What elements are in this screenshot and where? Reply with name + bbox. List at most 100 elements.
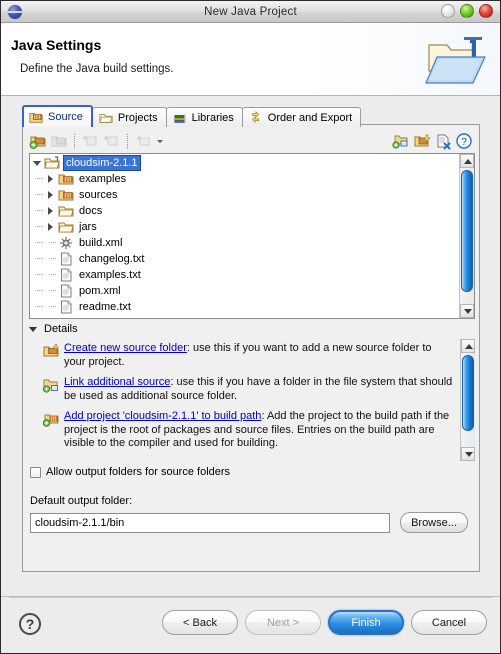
project-folder-icon [44, 155, 60, 171]
scroll-up-arrow-icon[interactable] [460, 154, 474, 168]
tree-rows: cloudsim-2.1.1 examples sources docs jar… [30, 154, 458, 318]
remove-entry-icon[interactable] [434, 132, 452, 150]
tab-label: Source [48, 111, 83, 123]
expand-twisty-icon[interactable] [44, 171, 58, 187]
source-folder-icon [29, 113, 43, 123]
tree-item-label: cloudsim-2.1.1 [63, 155, 141, 171]
tree-vertical-scrollbar[interactable] [459, 154, 474, 318]
scrollbar-thumb[interactable] [461, 170, 473, 292]
ant-build-file-icon [58, 235, 74, 251]
title-bar: New Java Project [1, 1, 500, 23]
cancel-button[interactable]: Cancel [411, 610, 487, 635]
scroll-up-arrow-icon[interactable] [461, 339, 475, 353]
tab-source[interactable]: Source [22, 105, 93, 127]
tree-toolbar: ? [29, 130, 473, 152]
tree-row[interactable]: readme.txt [30, 299, 458, 315]
source-folders-tree[interactable]: cloudsim-2.1.1 examples sources docs jar… [29, 153, 475, 319]
next-button-label: Next > [266, 616, 300, 629]
details-entry-text: Create new source folder: use this if yo… [64, 342, 455, 369]
add-project-to-build-path-link[interactable]: Add project 'cloudsim-2.1.1' to build pa… [64, 410, 261, 422]
help-button[interactable]: ? [19, 613, 41, 635]
browse-button[interactable]: Browse... [400, 512, 468, 533]
maximize-button[interactable] [460, 4, 474, 18]
minimize-button[interactable] [441, 4, 455, 18]
package-folder-icon [58, 187, 74, 203]
allow-output-folders-checkbox[interactable] [30, 466, 41, 478]
finish-button[interactable]: Finish [328, 610, 404, 635]
details-entry-text: Add project 'cloudsim-2.1.1' to build pa… [64, 410, 455, 451]
expand-twisty-icon[interactable] [30, 155, 44, 171]
dialog-footer: ? < Back Next > Finish Cancel [1, 596, 500, 653]
tree-guide [30, 187, 44, 203]
configure-filter-icon [135, 132, 153, 150]
tree-row[interactable]: examples.txt [30, 267, 458, 283]
tree-guide [30, 235, 44, 251]
tree-row[interactable]: jars [30, 219, 458, 235]
next-button: Next > [245, 610, 321, 635]
dialog-buttons: < Back Next > Finish Cancel [162, 610, 487, 635]
link-additional-source-link[interactable]: Link additional source [64, 376, 170, 388]
toolbar-separator [74, 133, 76, 149]
plain-folder-icon [58, 219, 74, 235]
add-folder-icon[interactable] [29, 132, 47, 150]
details-entry: Link additional source: use this if you … [42, 376, 455, 403]
tree-guide [30, 299, 44, 315]
details-vertical-scrollbar[interactable] [460, 339, 475, 461]
tab-projects[interactable]: Projects [91, 107, 167, 127]
expand-twisty-icon[interactable] [44, 187, 58, 203]
details-twisty-icon[interactable] [29, 324, 39, 334]
tree-item-label: docs [79, 205, 103, 217]
tree-row[interactable]: changelog.txt [30, 251, 458, 267]
tree-item-label: changelog.txt [79, 253, 145, 265]
java-project-folder-icon [425, 37, 486, 84]
scrollbar-thumb[interactable] [462, 355, 474, 431]
close-button[interactable] [479, 4, 493, 18]
tree-row[interactable]: docs [30, 203, 458, 219]
chevron-down-icon[interactable] [156, 132, 165, 150]
toolbar-separator [127, 133, 129, 149]
scroll-down-arrow-icon[interactable] [460, 304, 474, 318]
create-source-folder-icon [43, 343, 60, 359]
tree-guide [30, 251, 44, 267]
help-icon[interactable]: ? [455, 132, 473, 150]
details-panel: Create new source folder: use this if yo… [39, 339, 475, 461]
tree-row[interactable]: examples [30, 171, 458, 187]
details-label: Details [44, 323, 78, 335]
tree-row[interactable]: cloudsim-2.1.1 [30, 155, 458, 171]
allow-output-folders-label: Allow output folders for source folders [46, 466, 231, 478]
browse-button-label: Browse... [411, 516, 457, 529]
tree-guide [30, 171, 44, 187]
add-exclusion-icon [82, 132, 100, 150]
svg-text:?: ? [461, 137, 467, 148]
add-project-buildpath-icon [42, 411, 59, 427]
add-folder-right-icon[interactable] [413, 132, 431, 150]
tree-row[interactable]: build.xml [30, 235, 458, 251]
allow-output-folders-row[interactable]: Allow output folders for source folders [30, 466, 230, 478]
cancel-button-label: Cancel [431, 616, 467, 629]
create-new-source-folder-link[interactable]: Create new source folder [64, 342, 187, 354]
text-file-icon [58, 283, 74, 299]
tab-label: Projects [117, 111, 158, 124]
tab-libraries[interactable]: Libraries [165, 107, 243, 127]
tree-guide [30, 219, 44, 235]
wizard-body: Source Projects Libraries Order and Expo… [1, 96, 500, 597]
tree-guide [30, 203, 44, 219]
default-output-folder-input[interactable] [30, 513, 390, 533]
default-output-folder-label: Default output folder: [30, 495, 133, 507]
source-tab-panel: ? cloudsim-2.1.1 examples sources docs j… [22, 124, 480, 572]
page-title: Java Settings [11, 37, 102, 53]
link-source-right-icon[interactable] [392, 132, 410, 150]
link-source-icon[interactable] [50, 132, 68, 150]
details-entry: Create new source folder: use this if yo… [43, 342, 455, 369]
back-button[interactable]: < Back [162, 610, 238, 635]
expand-twisty-icon[interactable] [44, 219, 58, 235]
details-section-header[interactable]: Details [29, 323, 78, 335]
tree-row[interactable]: sources [30, 187, 458, 203]
tab-order-and-export[interactable]: Order and Export [241, 107, 362, 127]
add-inclusion-icon [103, 132, 121, 150]
finish-button-label: Finish [351, 616, 381, 629]
expand-twisty-icon[interactable] [44, 203, 58, 219]
tree-row[interactable]: pom.xml [30, 283, 458, 299]
scroll-down-arrow-icon[interactable] [461, 447, 475, 461]
details-list: Create new source folder: use this if yo… [39, 339, 459, 461]
